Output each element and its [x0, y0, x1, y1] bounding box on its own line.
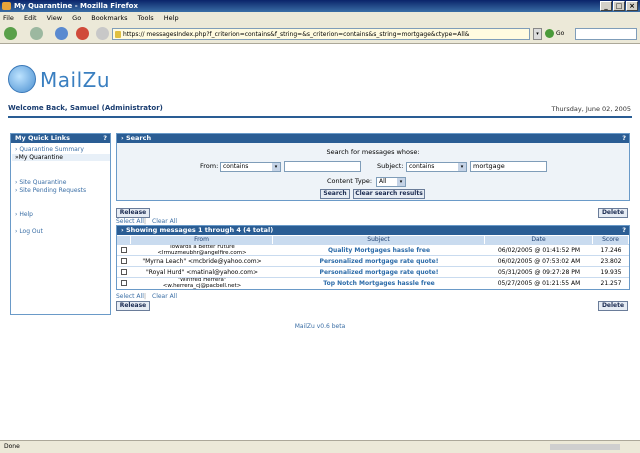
quick-links-panel: My Quick Links ? › Quarantine Summary »M… [10, 133, 111, 315]
logo-text: MailZu [40, 68, 111, 92]
page-content: MailZu Welcome Back, Samuel (Administrat… [0, 45, 640, 440]
menu-view[interactable]: View [47, 14, 62, 22]
date-cell: 05/27/2005 @ 01:21:55 AM [497, 280, 581, 287]
search-panel: › Search? Search for messages whose: Fro… [116, 133, 630, 201]
back-arrow-icon[interactable] [4, 27, 17, 40]
col-from[interactable]: From [131, 236, 273, 244]
table-row[interactable]: "Royal Hurd" <matinal@yahoo.com> Persona… [117, 266, 629, 277]
menu-bookmarks[interactable]: Bookmarks [91, 14, 127, 22]
search-header: › Search? [117, 134, 629, 143]
messages-table: › Showing messages 1 through 4 (4 total)… [116, 225, 630, 290]
table-row[interactable]: Towards a Better Future <lrmuzmeubhr@ange… [117, 244, 629, 255]
link-site-quarantine[interactable]: › Site Quarantine [15, 179, 66, 186]
url-bar[interactable]: https:// messagesIndex.php?f_criterion=c… [112, 28, 530, 40]
delete-button-bottom[interactable]: Delete [598, 301, 628, 311]
select-all-link-bottom[interactable]: Select All [116, 293, 144, 300]
window-title: My Quarantine - Mozilla Firefox [14, 2, 138, 10]
menu-tools[interactable]: Tools [138, 14, 154, 22]
quick-links-title: My Quick Links [15, 134, 70, 142]
search-input[interactable] [575, 28, 637, 40]
status-domain [550, 444, 620, 450]
from-input[interactable] [284, 161, 361, 172]
home-icon[interactable] [96, 27, 109, 40]
footer-version[interactable]: MailZu v0.6 beta [0, 323, 640, 330]
col-score[interactable]: Score [593, 236, 629, 244]
table-row[interactable]: "Myrna Leach" <mcbride@yahoo.com> Person… [117, 255, 629, 266]
url-text: https:// messagesIndex.php?f_criterion=c… [123, 31, 470, 38]
mailzu-logo-icon [8, 65, 36, 93]
close-icon[interactable]: × [626, 1, 638, 11]
messages-header: › Showing messages 1 through 4 (4 total)… [117, 226, 629, 235]
link-log-out[interactable]: › Log Out [15, 228, 43, 235]
col-date[interactable]: Date [485, 236, 593, 244]
row-checkbox[interactable] [121, 247, 127, 253]
delete-button-top[interactable]: Delete [598, 208, 628, 218]
reload-icon[interactable] [55, 27, 68, 40]
search-help[interactable]: ? [622, 134, 626, 143]
link-help[interactable]: › Help [15, 211, 33, 218]
row-checkbox[interactable] [121, 269, 127, 275]
search-button[interactable]: Search [320, 189, 350, 199]
release-button-top[interactable]: Release [116, 208, 150, 218]
menu-bar: File Edit View Go Bookmarks Tools Help [0, 12, 640, 24]
row-checkbox[interactable] [121, 258, 127, 264]
current-date: Thursday, June 02, 2005 [551, 105, 631, 113]
content-type-label: Content Type: [327, 177, 373, 185]
clear-all-link-bottom[interactable]: Clear All [152, 293, 177, 300]
firefox-icon [2, 2, 11, 10]
from-cell: "Winfred Herrera" <w.herrera_cj@pacbell.n… [162, 278, 242, 289]
subject-input[interactable]: mortgage [470, 161, 547, 172]
from-criterion-select[interactable]: contains ▾ [220, 162, 281, 172]
row-checkbox[interactable] [121, 280, 127, 286]
subject-label: Subject: [377, 162, 404, 170]
content-type-select[interactable]: All ▾ [376, 177, 406, 187]
subject-criterion-select[interactable]: contains ▾ [406, 162, 467, 172]
menu-go[interactable]: Go [72, 14, 81, 22]
from-label: From: [200, 162, 219, 170]
status-bar: Done [0, 440, 640, 453]
maximize-icon[interactable]: □ [613, 1, 625, 11]
menu-help[interactable]: Help [164, 14, 179, 22]
link-site-pending-requests[interactable]: › Site Pending Requests [15, 187, 86, 194]
window-title-bar: My Quarantine - Mozilla Firefox _ □ × [0, 0, 640, 12]
subject-link[interactable]: Top Notch Mortgages hassle free [273, 278, 485, 289]
link-quarantine-summary[interactable]: › Quarantine Summary [15, 146, 84, 153]
quick-links-header: My Quick Links ? [11, 134, 110, 143]
table-row[interactable]: "Winfred Herrera" <w.herrera_cj@pacbell.n… [117, 277, 629, 290]
stop-icon[interactable] [76, 27, 89, 40]
url-dropdown-icon[interactable]: ▾ [533, 28, 542, 40]
go-icon[interactable] [545, 29, 554, 38]
clear-search-button[interactable]: Clear search results [353, 189, 425, 199]
navigation-toolbar: https:// messagesIndex.php?f_criterion=c… [0, 24, 640, 44]
release-button-bottom[interactable]: Release [116, 301, 150, 311]
link-my-quarantine[interactable]: »My Quarantine [12, 154, 110, 161]
forward-arrow-icon[interactable] [30, 27, 43, 40]
quick-links-help[interactable]: ? [103, 134, 107, 143]
search-subtitle: Search for messages whose: [326, 148, 420, 156]
menu-file[interactable]: File [3, 14, 14, 22]
header-divider [8, 116, 632, 118]
status-text: Done [4, 443, 20, 450]
col-subject[interactable]: Subject [273, 236, 485, 244]
messages-help[interactable]: ? [622, 226, 626, 235]
menu-edit[interactable]: Edit [24, 14, 37, 22]
welcome-message: Welcome Back, Samuel (Administrator) [8, 104, 163, 112]
score-cell: 21.257 [600, 280, 622, 287]
lock-icon [115, 31, 121, 38]
select-all-link-top[interactable]: Select All [116, 218, 144, 225]
go-button[interactable]: Go [556, 28, 564, 40]
minimize-icon[interactable]: _ [600, 1, 612, 11]
clear-all-link-top[interactable]: Clear All [152, 218, 177, 225]
